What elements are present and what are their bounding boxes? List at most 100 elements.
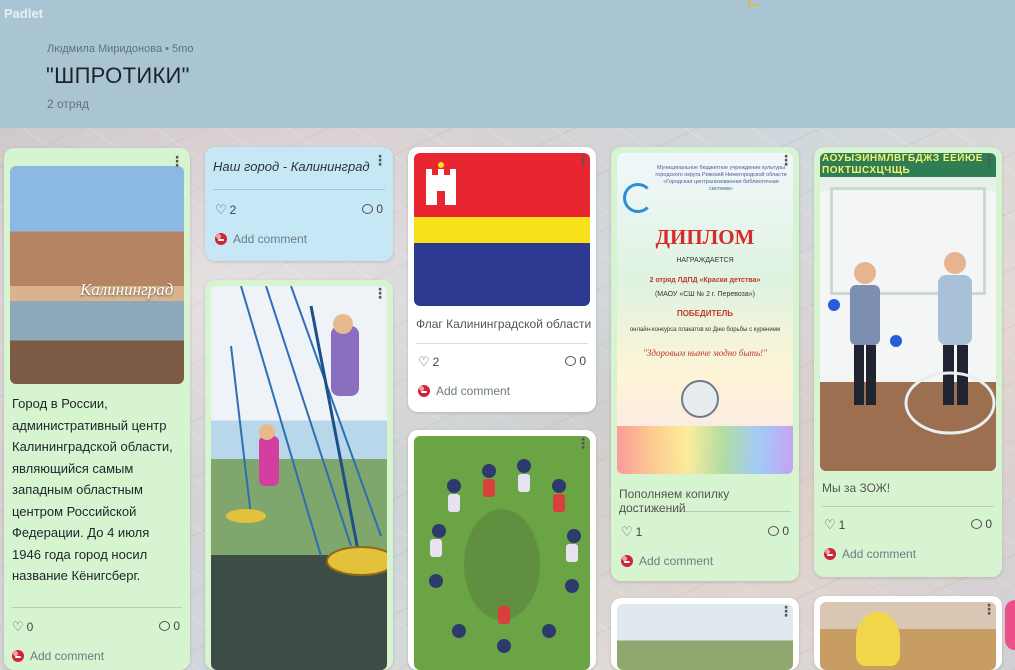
comment-bubble-icon <box>565 356 577 366</box>
like-button[interactable]: ♡ 1 <box>824 517 845 533</box>
diploma-line4: онлайн-конкурса плакатов ко Дню борьбы с… <box>629 327 781 333</box>
add-comment-label: Add comment <box>436 384 511 398</box>
board-header: Padlet Людмила Миридонова • 5mo "ШПРОТИК… <box>0 0 1015 128</box>
seal-icon <box>681 380 719 418</box>
diploma-title: ДИПЛОМ <box>655 225 755 249</box>
post-image-swings[interactable] <box>211 286 387 670</box>
comment-bubble-icon <box>971 519 983 529</box>
post-card-zozh[interactable]: АОУЫЭИНМЛВГБДЖЗ ЁЕЙЮЕ ПОКТШСХЦЧЩЬ ⋮ Мы з… <box>814 147 1002 577</box>
post-card-our-city[interactable]: ⋮ Наш город - Калининград ♡ 2 0 Add comm… <box>205 147 393 261</box>
comment-count: 0 <box>376 202 383 216</box>
library-logo-icon <box>623 183 653 213</box>
kids-exercise-illustration <box>828 252 996 435</box>
avatar <box>824 548 836 560</box>
post-card-kids-circle[interactable]: ⋮ <box>408 430 596 670</box>
comment-count-button[interactable]: 0 <box>768 524 789 538</box>
castle-emblem-icon <box>426 162 456 205</box>
comment-count-button[interactable]: 0 <box>159 619 180 633</box>
kids-circle-illustration <box>429 459 581 653</box>
add-comment-label: Add comment <box>233 232 308 246</box>
avatar <box>215 233 227 245</box>
post-divider <box>12 607 182 608</box>
comment-bubble-icon <box>362 204 374 214</box>
board-subtitle: 2 отряд <box>47 97 89 111</box>
post-menu-icon[interactable]: ⋮ <box>779 153 793 167</box>
avatar <box>621 555 633 567</box>
diploma-line3: (МАОУ «СШ № 2 г. Перевоза») <box>654 291 756 298</box>
like-button[interactable]: ♡ 2 <box>215 202 236 218</box>
post-card-field[interactable]: ⋮ <box>611 598 799 670</box>
add-comment-button[interactable]: Add comment <box>621 554 713 568</box>
post-image-city[interactable]: Калининград <box>10 166 184 384</box>
post-card-yellow-hat[interactable]: ⋮ <box>814 596 1002 670</box>
post-menu-icon[interactable]: ⋮ <box>982 153 996 167</box>
author-meta: Людмила Миридонова • 5mo <box>47 43 194 55</box>
heart-icon: ♡ <box>12 619 24 634</box>
heart-icon: ♡ <box>621 524 633 539</box>
diploma-line1: НАГРАЖДАЕТСЯ <box>676 257 734 264</box>
diploma-line2: 2 отряд ЛДПД «Краски детства» <box>649 277 761 284</box>
post-card-diploma[interactable]: Муниципальное бюджетное учреждение культ… <box>611 147 799 581</box>
add-comment-button[interactable]: Add comment <box>12 649 104 663</box>
image-city-label: Калининград <box>80 280 174 299</box>
post-menu-icon[interactable]: ⋮ <box>576 436 590 450</box>
post-divider <box>213 189 385 190</box>
comment-count-button[interactable]: 0 <box>565 354 586 368</box>
add-comment-button[interactable]: Add comment <box>418 384 510 398</box>
diploma-header: Муниципальное бюджетное учреждение культ… <box>655 165 787 192</box>
heart-icon: ♡ <box>215 202 227 217</box>
like-button[interactable]: ♡ 0 <box>12 619 33 635</box>
add-comment-button[interactable]: Add comment <box>215 232 307 246</box>
like-count: 1 <box>635 525 643 539</box>
like-count: 2 <box>432 355 440 369</box>
post-menu-icon[interactable]: ⋮ <box>779 604 793 618</box>
post-menu-icon[interactable]: ⋮ <box>576 153 590 167</box>
diploma-winner: ПОБЕДИТЕЛЬ <box>676 309 734 318</box>
swing-illustration <box>226 286 387 576</box>
post-menu-icon[interactable]: ⋮ <box>373 153 387 167</box>
diploma-rainbow <box>617 426 793 474</box>
post-caption-flag: Флаг Калининградской области <box>416 317 592 331</box>
like-count: 2 <box>229 203 237 217</box>
post-divider <box>619 511 791 512</box>
comment-count-button[interactable]: 0 <box>362 202 383 216</box>
like-button[interactable]: ♡ 1 <box>621 524 642 540</box>
post-text-city: Город в России, административный центр К… <box>12 396 173 583</box>
comment-bubble-icon <box>159 621 171 631</box>
post-image-zozh[interactable]: АОУЫЭИНМЛВГБДЖЗ ЁЕЙЮЕ ПОКТШСХЦЧЩЬ <box>820 153 996 471</box>
add-comment-label: Add comment <box>842 547 917 561</box>
heart-icon: ♡ <box>418 354 430 369</box>
add-comment-button[interactable]: Add comment <box>824 547 916 561</box>
post-card-swings[interactable]: ⋮ <box>205 280 393 670</box>
post-image-field[interactable] <box>617 604 793 670</box>
post-card-flag[interactable]: ⋮ Флаг Калининградской области ♡ 2 0 Add… <box>408 147 596 412</box>
post-image-diploma[interactable]: Муниципальное бюджетное учреждение культ… <box>617 153 793 474</box>
like-button[interactable]: ♡ 2 <box>418 354 439 370</box>
comment-count-button[interactable]: 0 <box>971 517 992 531</box>
post-menu-icon[interactable]: ⋮ <box>982 602 996 616</box>
like-count: 0 <box>26 620 34 634</box>
flag-stripe-yellow <box>414 217 590 243</box>
padlet-logo[interactable]: Padlet <box>4 6 43 21</box>
post-image-flag[interactable] <box>414 153 590 306</box>
avatar <box>418 385 430 397</box>
add-comment-label: Add comment <box>30 649 105 663</box>
post-image-kids-circle[interactable] <box>414 436 590 670</box>
comment-count: 0 <box>782 524 789 538</box>
comment-bubble-icon <box>768 526 780 536</box>
yellow-hat-shape <box>856 612 900 666</box>
post-divider <box>822 506 994 507</box>
check-icon <box>748 0 758 6</box>
post-title-our-city: Наш город - Калининград <box>213 159 370 174</box>
heart-icon: ♡ <box>824 517 836 532</box>
post-image-yellow-hat[interactable] <box>820 602 996 670</box>
avatar <box>12 650 24 662</box>
post-card-city[interactable]: Калининград ⋮ Город в России, администра… <box>4 148 190 670</box>
add-post-button[interactable] <box>1005 600 1015 650</box>
post-menu-icon[interactable]: ⋮ <box>373 286 387 300</box>
post-caption-zozh: Мы за ЗОЖ! <box>822 481 891 495</box>
post-divider <box>416 343 588 344</box>
comment-count: 0 <box>579 354 586 368</box>
post-menu-icon[interactable]: ⋮ <box>170 154 184 168</box>
comment-count: 0 <box>173 619 180 633</box>
